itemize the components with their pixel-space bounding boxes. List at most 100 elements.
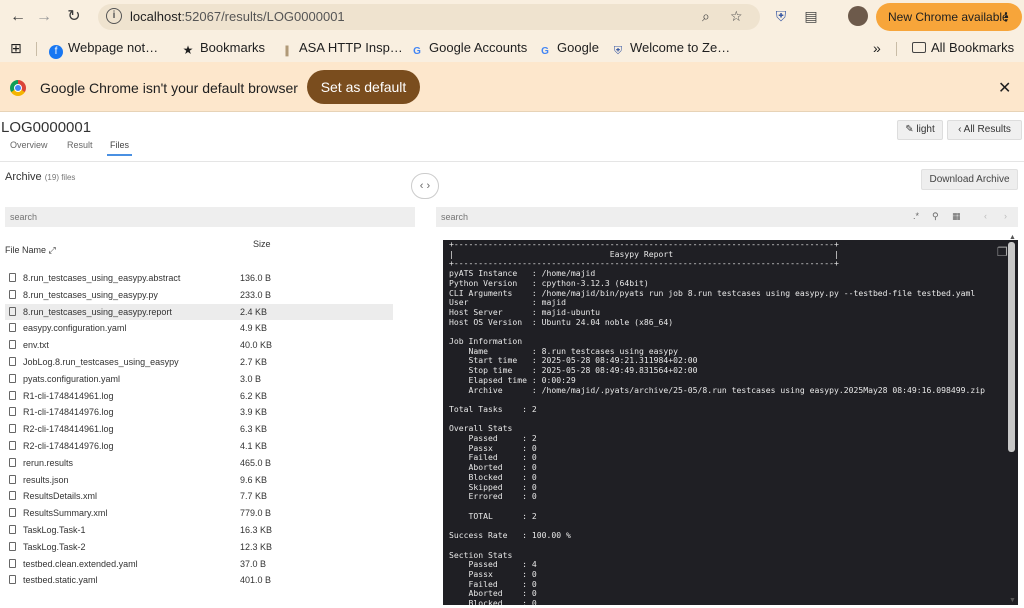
file-row[interactable]: R1-cli-1748414961.log 6.2 KB — [5, 388, 393, 404]
all-bookmarks-folder[interactable]: All Bookmarks — [912, 40, 1014, 55]
file-row[interactable]: 8.run_testcases_using_easypy.py 233.0 B — [5, 287, 393, 303]
reload-icon[interactable]: ↻ — [64, 7, 84, 27]
chrome-logo-icon — [10, 80, 26, 96]
report-scrollbar[interactable] — [1008, 242, 1015, 452]
file-name: TaskLog.Task-1 — [23, 525, 86, 535]
tab-files[interactable]: Files — [107, 140, 133, 156]
filter-icon[interactable]: ▦ — [952, 211, 961, 222]
previous-match-icon[interactable]: ‹ — [984, 211, 987, 221]
menu-dots-icon: ⋮ — [1000, 10, 1012, 24]
file-name: TaskLog.Task-2 — [23, 541, 86, 552]
file-row[interactable]: R2-cli-1748414961.log 6.3 KB — [5, 421, 393, 437]
scroll-up-arrow-icon[interactable]: ▲ — [1009, 234, 1016, 241]
file-name: 8.run_testcases_using_easypy.abstract — [23, 273, 181, 283]
archive-heading: Archive (19) files — [5, 171, 75, 183]
puzzle-extension-icon[interactable]: ▤ — [803, 8, 819, 24]
file-name: results.json — [23, 474, 69, 485]
bookmark-webpage-not[interactable]: f Webpage not… — [49, 40, 158, 59]
all-results-button[interactable]: ‹ All Results — [947, 120, 1022, 140]
file-row[interactable]: TaskLog.Task-1 16.3 KB — [5, 522, 393, 538]
bookmark-asa-http[interactable]: ∥ ASA HTTP Insp… — [280, 40, 403, 58]
page-title: LOG0000001 — [1, 119, 92, 136]
bookmark-google-accounts[interactable]: G Google Accounts — [410, 40, 527, 59]
file-icon — [9, 407, 16, 417]
file-icon — [9, 424, 16, 434]
bookmark-bookmarks[interactable]: ★ Bookmarks — [181, 40, 265, 57]
set-as-default-button[interactable]: Set as default — [307, 70, 420, 104]
file-row[interactable]: TaskLog.Task-2 12.3 KB — [5, 539, 393, 555]
file-row[interactable]: ResultsDetails.xml 7.7 KB — [5, 488, 393, 504]
default-browser-infobar: Google Chrome isn't your default browser… — [0, 62, 1024, 112]
file-size: 3.0 B — [240, 373, 262, 384]
shield-extension-icon[interactable]: ⛨ — [773, 8, 789, 24]
file-row[interactable]: easypy.configuration.yaml 4.9 KB — [5, 320, 393, 336]
file-icon — [9, 323, 16, 333]
bookmark-welcome-ze[interactable]: ⛨ Welcome to Ze… — [611, 40, 730, 58]
avatar[interactable] — [848, 6, 868, 26]
file-row[interactable]: R2-cli-1748414976.log 4.1 KB — [5, 438, 393, 454]
download-archive-button[interactable]: Download Archive — [921, 169, 1018, 190]
content-search-input[interactable] — [436, 207, 1018, 227]
light-label: light — [916, 124, 935, 135]
file-icon — [9, 289, 16, 299]
file-row[interactable]: 8.run_testcases_using_easypy.abstract 136… — [5, 270, 393, 286]
tab-overview[interactable]: Overview — [10, 140, 48, 150]
file-name: testbed.clean.extended.yaml — [23, 558, 138, 569]
file-name: pyats.configuration.yaml — [23, 373, 121, 384]
close-icon[interactable]: ✕ — [998, 78, 1011, 98]
back-arrow-icon[interactable]: ← — [8, 7, 28, 27]
file-icon — [9, 474, 16, 484]
file-row[interactable]: env.txt 40.0 KB — [5, 337, 393, 353]
scroll-down-arrow-icon[interactable]: ▼ — [1009, 597, 1016, 604]
light-theme-button[interactable]: ✎ light — [897, 120, 943, 140]
chevron-left-icon: ‹ — [958, 124, 962, 135]
more-bookmarks-chevron-icon[interactable]: » — [873, 40, 881, 56]
search-icon[interactable]: ⚲ — [932, 211, 939, 222]
forward-arrow-icon[interactable]: → — [34, 7, 54, 27]
file-name: JobLog.8.run_testcases_using_easypy — [23, 357, 179, 367]
site-info-icon[interactable]: i — [106, 8, 122, 24]
next-match-icon[interactable]: › — [1004, 211, 1007, 221]
apps-grid-icon[interactable]: ⊞ — [10, 40, 22, 57]
file-name-column-header[interactable]: File Name ⤢ — [5, 245, 56, 256]
url-text[interactable]: localhost:52067/results/LOG0000001 — [130, 9, 345, 24]
bookmarks-bar: ⊞ f Webpage not… ★ Bookmarks ∥ ASA HTTP Ins… — [0, 34, 1024, 62]
file-row[interactable]: testbed.clean.extended.yaml 37.0 B — [5, 556, 393, 572]
address-bar[interactable]: i localhost:52067/results/LOG0000001 ⌕ ☆ — [98, 4, 760, 30]
regex-icon[interactable]: .* — [913, 211, 919, 221]
file-row[interactable]: JobLog.8.run_testcases_using_easypy 2.7 K… — [5, 354, 393, 370]
file-size: 6.2 KB — [240, 390, 268, 401]
bookmark-google[interactable]: G Google — [538, 40, 599, 59]
tab-result[interactable]: Result — [67, 140, 93, 150]
file-row[interactable]: results.json 9.6 KB — [5, 472, 393, 488]
google-icon: G — [413, 46, 421, 57]
file-size: 16.3 KB — [240, 525, 273, 535]
report-content: +---------------------------------------… — [449, 240, 986, 605]
file-name-header-label: File Name — [5, 245, 47, 255]
file-icon — [9, 273, 16, 282]
file-row[interactable]: ResultsSummary.xml 779.0 B — [5, 505, 393, 521]
bookmark-label: Bookmarks — [200, 40, 266, 55]
zoom-icon[interactable]: ⌕ — [702, 8, 710, 25]
file-name: 8.run_testcases_using_easypy.report — [23, 306, 172, 317]
file-row[interactable]: testbed.static.yaml 401.0 B — [5, 572, 393, 588]
bookmark-label: ASA HTTP Insp… — [299, 40, 403, 55]
file-search-input[interactable] — [5, 207, 415, 227]
file-size: 233.0 B — [240, 289, 272, 300]
bookmark-icon: ∥ — [284, 45, 290, 57]
file-row[interactable]: 8.run_testcases_using_easypy.report 2.4 K… — [5, 303, 393, 320]
archive-count: (19) files — [44, 173, 76, 182]
file-size: 401.0 B — [240, 575, 272, 586]
browser-toolbar: ← → ↻ i localhost:52067/results/LOG00000… — [0, 0, 1024, 34]
file-row[interactable]: pyats.configuration.yaml 3.0 B — [5, 371, 393, 387]
bookmark-label: Google Accounts — [429, 40, 528, 55]
file-icon — [9, 357, 16, 366]
file-size: 4.1 KB — [240, 441, 268, 451]
star-bookmark-icon[interactable]: ☆ — [730, 8, 743, 25]
size-column-header[interactable]: Size — [253, 239, 271, 249]
new-chrome-available-button[interactable]: New Chrome available ⋮ — [876, 3, 1022, 31]
file-row[interactable]: rerun.results 465.0 B — [5, 455, 393, 471]
file-size: 136.0 B — [240, 273, 272, 283]
file-row[interactable]: R1-cli-1748414976.log 3.9 KB — [5, 404, 393, 420]
panel-toggle-button[interactable]: ‹ › — [411, 173, 439, 199]
